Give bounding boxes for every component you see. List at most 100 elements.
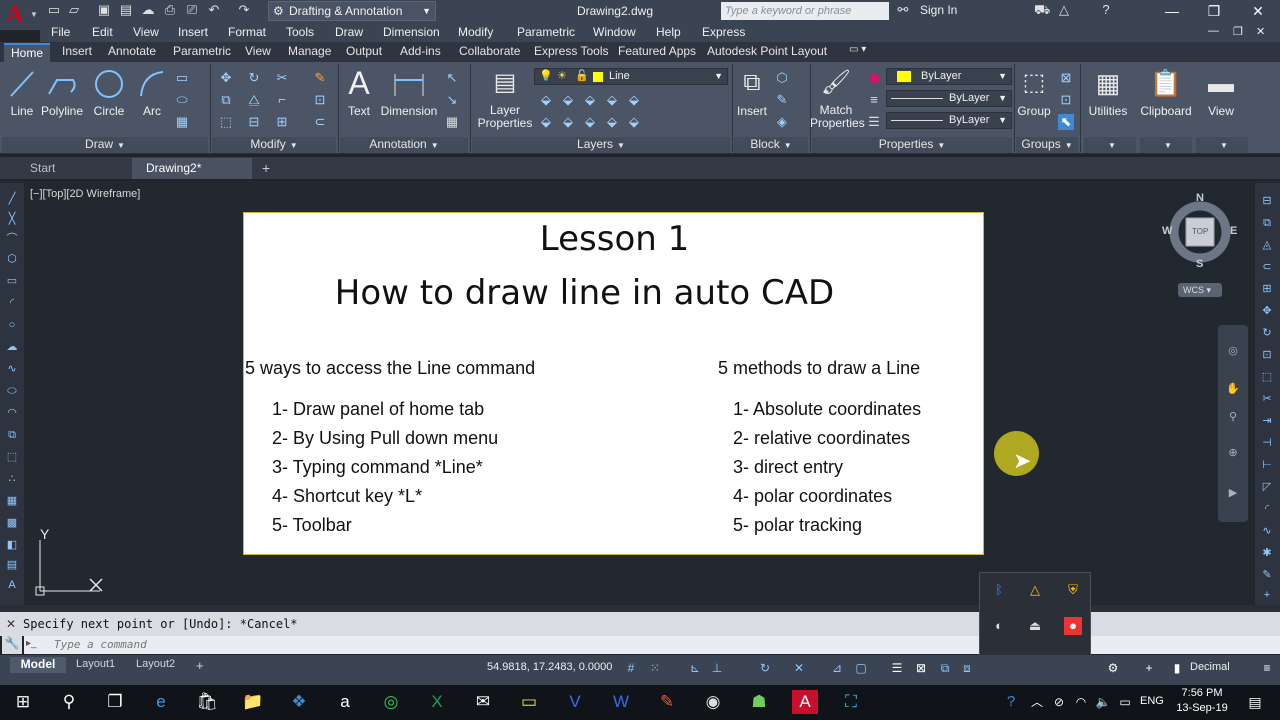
join-tool-icon[interactable]: ⊢	[1259, 457, 1275, 473]
print-icon[interactable]: ⎚	[184, 2, 200, 18]
a360-icon[interactable]: △	[1056, 2, 1072, 18]
erase-tool-icon[interactable]: ⊟	[1259, 193, 1275, 209]
zoom-icon[interactable]: ⚲	[1225, 409, 1241, 425]
compass-e[interactable]: E	[1230, 225, 1237, 237]
help-icon[interactable]: ?	[1098, 2, 1114, 18]
tripadvisor-icon[interactable]: ◎	[378, 690, 404, 714]
ribbon-toggle-icon[interactable]: ▭ ▾	[849, 44, 866, 55]
menu-insert[interactable]: Insert	[178, 25, 208, 39]
spline-icon[interactable]: ∿	[4, 361, 20, 377]
amazon-icon[interactable]: a	[332, 690, 358, 714]
close-command-line-icon[interactable]: ✕	[6, 617, 16, 631]
network-app-icon[interactable]: ◉	[700, 690, 726, 714]
sign-in-button[interactable]: Sign In	[920, 3, 957, 17]
tab-start[interactable]: Start	[0, 158, 130, 179]
ortho-icon[interactable]: ⊾	[686, 660, 704, 676]
lineweight-icon[interactable]: ☰	[866, 114, 882, 130]
maximize-button[interactable]: ❐	[1192, 0, 1236, 22]
tab-parametric[interactable]: Parametric	[173, 44, 231, 58]
steering-wheel-icon[interactable]: ◎	[1225, 343, 1241, 359]
save-as-icon[interactable]: ▤	[118, 2, 134, 18]
scale-tool-icon[interactable]: ⊡	[1259, 347, 1275, 363]
leader-icon[interactable]: ↖	[444, 70, 460, 86]
offset-tool-icon[interactable]: ⊂	[1259, 259, 1275, 275]
tab-add-ins[interactable]: Add-ins	[400, 44, 441, 58]
customization-icon[interactable]: ≡	[1258, 660, 1276, 676]
viewcube-top-face[interactable]: TOP	[1192, 227, 1208, 236]
doc-restore-icon[interactable]: ❐	[1233, 25, 1243, 38]
tab-layout2[interactable]: Layout2	[136, 658, 175, 670]
sticky-notes-icon[interactable]: ▭	[516, 690, 542, 714]
paint-icon[interactable]: ✎	[654, 690, 680, 714]
trim-icon[interactable]: ✂	[274, 70, 290, 86]
ellipse-arc-icon[interactable]: ◠	[4, 405, 20, 421]
wcs-menu[interactable]: WCS ▾	[1178, 283, 1222, 297]
layer-dropdown[interactable]: 💡 ☀ 🔓 Line ▼	[534, 68, 728, 85]
lineweight-display-icon[interactable]: ▢	[852, 660, 870, 676]
layer-tool-7-icon[interactable]: ⬙	[560, 114, 576, 130]
polar-icon[interactable]: ⊥	[708, 660, 726, 676]
panel-title-properties[interactable]: Properties ▼	[812, 137, 1012, 153]
menu-file[interactable]: File	[51, 25, 70, 39]
blend-tool-icon[interactable]: ∿	[1259, 523, 1275, 539]
tab-output[interactable]: Output	[346, 44, 382, 58]
tab-view[interactable]: View	[245, 44, 271, 58]
text-button[interactable]: A Text	[342, 66, 376, 118]
snipping-tool-icon[interactable]: ⛶	[838, 690, 864, 714]
snap-icon[interactable]: ⁙	[646, 660, 664, 676]
trim-tool-icon[interactable]: ✂	[1259, 391, 1275, 407]
copy-tool-icon[interactable]: ⧉	[1259, 215, 1275, 231]
arc-tool-icon[interactable]: ◜	[4, 295, 20, 311]
copy-icon[interactable]: ⧉	[218, 92, 234, 108]
tab-autodesk-point-layout[interactable]: Autodesk Point Layout	[707, 44, 827, 58]
panel-title-draw[interactable]: Draw ▼	[2, 137, 208, 153]
usb-icon[interactable]: ⏏	[1026, 617, 1044, 635]
menu-modify[interactable]: Modify	[458, 25, 493, 39]
viewport-controls-label[interactable]: [−][Top][2D Wireframe]	[30, 188, 140, 200]
layer-tool-9-icon[interactable]: ⬙	[604, 114, 620, 130]
line-button[interactable]: Line	[6, 66, 38, 118]
view-button[interactable]: ▬ View	[1198, 66, 1244, 118]
fillet-tool-icon[interactable]: ◜	[1259, 501, 1275, 517]
circle-button[interactable]: Circle	[90, 66, 128, 118]
stretch-icon[interactable]: ⬚	[218, 114, 234, 130]
plus-tool-icon[interactable]: +	[1259, 587, 1275, 603]
array-tool-icon[interactable]: ⊞	[1259, 281, 1275, 297]
menu-tools[interactable]: Tools	[286, 25, 314, 39]
rotate-tool-icon[interactable]: ↻	[1259, 325, 1275, 341]
insert-block-tool-icon[interactable]: ⧉	[4, 427, 20, 443]
rotate-icon[interactable]: ↻	[246, 70, 262, 86]
menu-view[interactable]: View	[133, 25, 159, 39]
polygon-icon[interactable]: ⬡	[4, 251, 20, 267]
block-attribute-icon[interactable]: ◈	[774, 114, 790, 130]
break-tool-icon[interactable]: ⊣	[1259, 435, 1275, 451]
excel-icon[interactable]: X	[424, 690, 450, 714]
showmotion-icon[interactable]: ▶	[1225, 485, 1241, 501]
ellipse-icon[interactable]: ⬭	[174, 92, 190, 108]
google-drive-icon[interactable]: △	[1026, 581, 1044, 599]
object-snap-tracking-icon[interactable]: ✕	[790, 660, 808, 676]
pencil-tool-icon[interactable]: ✎	[1259, 567, 1275, 583]
ungroup-icon[interactable]: ⊠	[1058, 70, 1074, 86]
linetype-icon[interactable]: ≡	[866, 92, 882, 108]
language-indicator[interactable]: ENG	[1140, 695, 1164, 707]
open-icon[interactable]: ▱	[66, 2, 82, 18]
panel-title-annotation[interactable]: Annotation ▼	[340, 137, 468, 153]
menu-dimension[interactable]: Dimension	[383, 25, 440, 39]
tab-annotate[interactable]: Annotate	[108, 44, 156, 58]
autocad-taskbar-icon[interactable]: A	[792, 690, 818, 714]
doc-minimize-icon[interactable]: —	[1208, 25, 1219, 37]
menu-help[interactable]: Help	[656, 25, 681, 39]
array-icon[interactable]: ⊞	[274, 114, 290, 130]
table-icon[interactable]: ▦	[444, 114, 460, 130]
construction-line-icon[interactable]: ╳	[4, 211, 20, 227]
tab-express-tools[interactable]: Express Tools	[534, 44, 608, 58]
dimension-button[interactable]: Dimension	[380, 66, 438, 118]
panel-title-groups[interactable]: Groups ▼	[1016, 137, 1078, 153]
store-icon[interactable]: 🛍	[194, 690, 220, 714]
layer-tool-5-icon[interactable]: ⬙	[626, 92, 642, 108]
edge-browser-icon[interactable]: e	[148, 690, 174, 714]
doc-close-icon[interactable]: ✕	[1256, 25, 1265, 38]
isodraft-icon[interactable]: ↻	[756, 660, 774, 676]
layer-tool-3-icon[interactable]: ⬙	[582, 92, 598, 108]
